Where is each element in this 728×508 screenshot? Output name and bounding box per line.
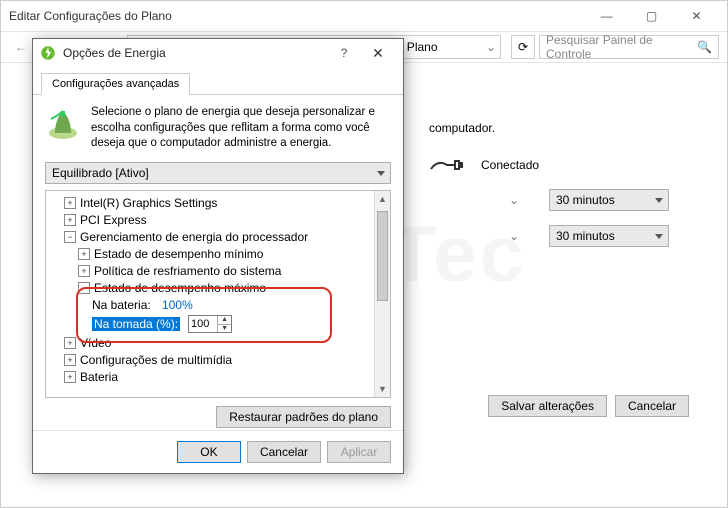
intro-text: Selecione o plano de energia que deseja … xyxy=(91,105,391,152)
dialog-titlebar: Opções de Energia ? ✕ xyxy=(33,39,403,67)
close-button[interactable]: ✕ xyxy=(674,2,719,30)
plug-icon xyxy=(429,155,465,175)
dialog-footer: OK Cancelar Aplicar xyxy=(33,430,403,473)
plan-select-value: Equilibrado [Ativo] xyxy=(52,166,149,180)
tree-item-on-battery[interactable]: Na bateria: 100% xyxy=(90,297,372,314)
scroll-up-button[interactable]: ▲ xyxy=(375,191,390,207)
dialog-cancel-button[interactable]: Cancelar xyxy=(247,441,321,463)
collapse-icon[interactable]: − xyxy=(64,231,76,243)
on-battery-label: Na bateria: xyxy=(92,298,151,312)
plugged-in-input[interactable] xyxy=(189,316,217,332)
settings-tree: +Intel(R) Graphics Settings +PCI Express… xyxy=(45,190,391,398)
plan-select-dropdown[interactable]: Equilibrado [Ativo] xyxy=(45,162,391,184)
dialog-help-button[interactable]: ? xyxy=(329,46,359,60)
tree-item-processor-power-mgmt[interactable]: −Gerenciamento de energia do processador xyxy=(62,229,372,246)
energy-icon xyxy=(39,44,57,62)
spinner-down-button[interactable]: ▼ xyxy=(218,325,231,333)
search-placeholder: Pesquisar Painel de Controle xyxy=(546,33,697,61)
dropdown-row-b: ⌄ 30 minutos xyxy=(429,225,669,247)
spinner-up-button[interactable]: ▲ xyxy=(218,316,231,325)
expand-icon[interactable]: + xyxy=(64,371,76,383)
plugged-in-label: Na tomada (%): xyxy=(92,317,180,331)
main-footer-buttons: Salvar alterações Cancelar xyxy=(488,395,689,417)
minimize-button[interactable]: — xyxy=(584,2,629,30)
plugged-in-spinner[interactable]: ▲ ▼ xyxy=(188,315,232,333)
ok-button[interactable]: OK xyxy=(177,441,241,463)
on-battery-value[interactable]: 100% xyxy=(162,298,193,312)
tree-item-intel-graphics[interactable]: +Intel(R) Graphics Settings xyxy=(62,195,372,212)
breadcrumb-dropdown-icon[interactable]: ⌄ xyxy=(486,40,496,54)
tree-item-cooling-policy[interactable]: +Política de resfriamento do sistema xyxy=(76,263,372,280)
refresh-button[interactable]: ⟳ xyxy=(511,35,535,59)
collapse-icon[interactable]: − xyxy=(78,282,90,294)
setting-b-dropdown[interactable]: 30 minutos xyxy=(549,225,669,247)
main-window-title: Editar Configurações do Plano xyxy=(9,9,584,23)
restore-plan-defaults-button[interactable]: Restaurar padrões do plano xyxy=(216,406,391,428)
tree-item-pci-express[interactable]: +PCI Express xyxy=(62,212,372,229)
battery-plan-icon xyxy=(45,105,81,141)
intro-block: Selecione o plano de energia que deseja … xyxy=(45,105,391,152)
tab-advanced-settings[interactable]: Configurações avançadas xyxy=(41,73,190,95)
connected-label: Conectado xyxy=(481,158,539,172)
tree-item-video[interactable]: +Vídeo xyxy=(62,335,372,352)
search-icon: 🔍 xyxy=(697,40,712,54)
power-options-dialog: Opções de Energia ? ✕ Configurações avan… xyxy=(32,38,404,474)
scroll-thumb[interactable] xyxy=(377,211,388,301)
expand-icon[interactable]: + xyxy=(64,214,76,226)
connected-row: Conectado xyxy=(429,155,669,175)
chevron-down-icon[interactable]: ⌄ xyxy=(509,229,519,243)
dialog-close-button[interactable]: ✕ xyxy=(359,45,397,62)
expand-icon[interactable]: + xyxy=(64,354,76,366)
setting-a-dropdown[interactable]: 30 minutos xyxy=(549,189,669,211)
scroll-down-button[interactable]: ▼ xyxy=(375,381,390,397)
expand-icon[interactable]: + xyxy=(78,248,90,260)
search-input[interactable]: Pesquisar Painel de Controle 🔍 xyxy=(539,35,719,59)
tree-item-min-performance-state[interactable]: +Estado de desempenho mínimo xyxy=(76,246,372,263)
tabstrip: Configurações avançadas xyxy=(33,67,403,95)
scroll-track[interactable] xyxy=(375,207,390,381)
main-titlebar: Editar Configurações do Plano — ▢ ✕ xyxy=(1,1,727,31)
apply-button[interactable]: Aplicar xyxy=(327,441,391,463)
spinner-buttons: ▲ ▼ xyxy=(217,316,231,332)
tree-item-plugged-in[interactable]: Na tomada (%): ▲ ▼ xyxy=(90,314,372,335)
expand-icon[interactable]: + xyxy=(64,197,76,209)
tree-scrollbar[interactable]: ▲ ▼ xyxy=(374,191,390,397)
tree-item-max-performance-state[interactable]: −Estado de desempenho máximo xyxy=(76,280,372,297)
chevron-down-icon[interactable]: ⌄ xyxy=(509,193,519,207)
maximize-button[interactable]: ▢ xyxy=(629,2,674,30)
expand-icon[interactable]: + xyxy=(64,337,76,349)
tree-item-battery[interactable]: +Bateria xyxy=(62,369,372,386)
main-description-tail: computador. xyxy=(429,121,669,135)
nav-back-button[interactable]: ← xyxy=(9,35,33,59)
dropdown-row-a: ⌄ 30 minutos xyxy=(429,189,669,211)
save-changes-button[interactable]: Salvar alterações xyxy=(488,395,607,417)
main-cancel-button[interactable]: Cancelar xyxy=(615,395,689,417)
dialog-title: Opções de Energia xyxy=(63,46,329,60)
tree-item-multimedia[interactable]: +Configurações de multimídia xyxy=(62,352,372,369)
expand-icon[interactable]: + xyxy=(78,265,90,277)
